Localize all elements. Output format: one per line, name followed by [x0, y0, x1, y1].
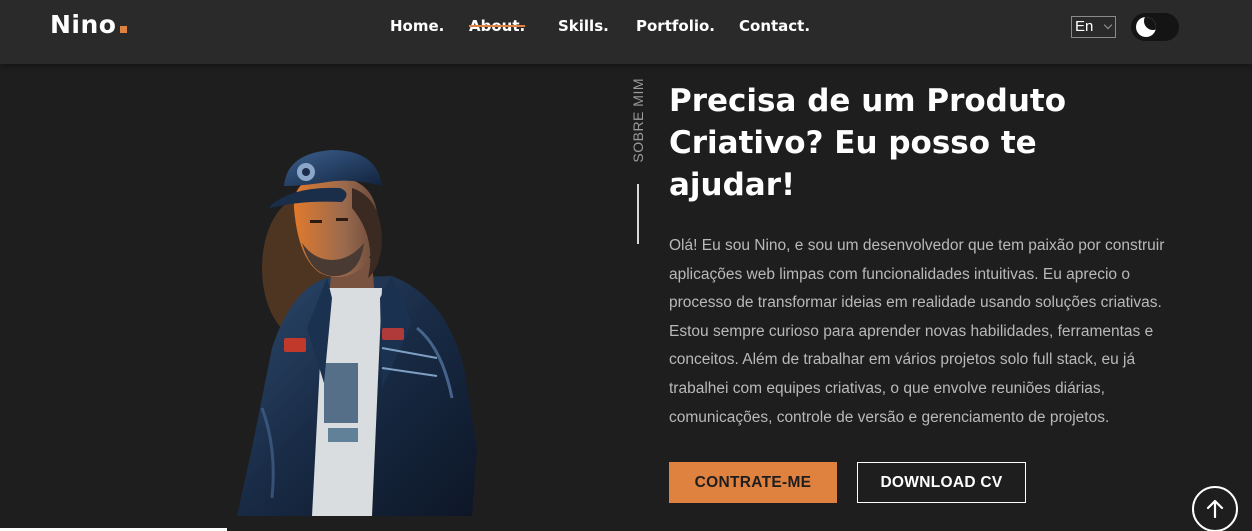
- nav-portfolio[interactable]: Portfolio.: [636, 17, 715, 35]
- about-paragraph: Olá! Eu sou Nino, e sou um desenvolvedor…: [669, 237, 1165, 426]
- brand-dot: [120, 26, 128, 33]
- arrow-up-icon: [1206, 499, 1224, 519]
- nav-contact[interactable]: Contact.: [739, 17, 810, 35]
- brand-name: Nino: [50, 10, 117, 39]
- language-value: En: [1075, 18, 1094, 35]
- side-label-text: SOBRE MIM: [630, 78, 646, 163]
- language-select[interactable]: En: [1071, 16, 1116, 38]
- avatar-illustration: [232, 148, 482, 516]
- chevron-down-icon: [1103, 20, 1113, 30]
- side-divider: [637, 184, 639, 244]
- nav-about[interactable]: About.: [469, 17, 525, 35]
- nav-skills[interactable]: Skills.: [558, 17, 609, 35]
- about-headline: Precisa de um Produto Criativo? Eu posso…: [669, 83, 1067, 203]
- site-header: Nino Home. About. Skills. Portfolio. Con…: [0, 0, 1252, 64]
- nav-home[interactable]: Home.: [390, 17, 444, 35]
- download-cv-button[interactable]: DOWNLOAD CV: [857, 462, 1026, 503]
- moon-icon: [1136, 17, 1156, 37]
- brand-logo[interactable]: Nino: [50, 10, 128, 39]
- hire-me-button[interactable]: CONTRATE-ME: [669, 462, 837, 503]
- scroll-top-button[interactable]: [1192, 486, 1238, 531]
- theme-toggle[interactable]: [1131, 13, 1179, 41]
